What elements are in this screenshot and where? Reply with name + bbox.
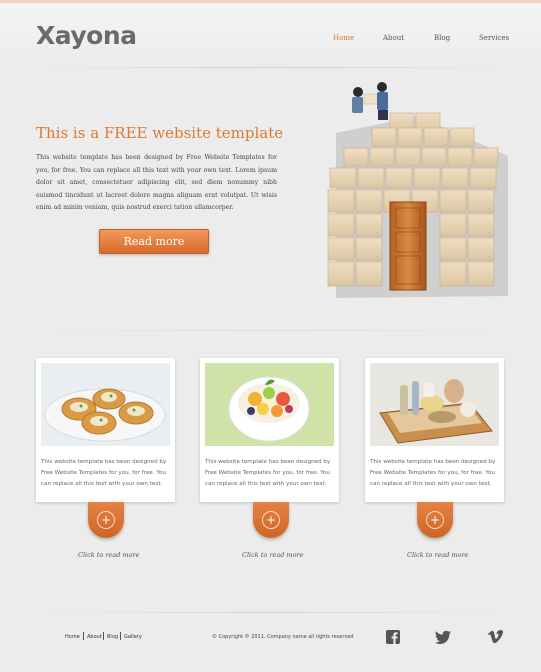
feature-text-1: This website template has been designed …: [41, 459, 167, 487]
nav-home[interactable]: Home: [333, 34, 354, 42]
feature-text-3: This website template has been designed …: [370, 459, 496, 487]
nav-about[interactable]: About: [383, 34, 404, 42]
feature-expand-tab-1[interactable]: +: [88, 502, 124, 538]
feature-card-1: This website template has been designed …: [36, 358, 175, 502]
plus-icon: +: [426, 511, 444, 529]
feature-card-3: This website template has been designed …: [365, 358, 504, 502]
nav-blog[interactable]: Blog: [434, 34, 450, 42]
hero-title: This is a FREE website template: [36, 124, 284, 142]
house-blocks-illustration: [327, 82, 508, 298]
feature-text-2: This website template has been designed …: [205, 459, 331, 487]
footer-link-blog[interactable]: Blog: [107, 634, 118, 640]
footer-link-home[interactable]: Home: [65, 634, 80, 640]
copyright-text: © Copyright © 2011. Company name all rig…: [212, 634, 354, 640]
facebook-icon[interactable]: [385, 629, 401, 645]
nav-services[interactable]: Services: [479, 34, 509, 42]
logo[interactable]: Xayona: [36, 21, 137, 50]
footer-link-about[interactable]: About: [87, 634, 102, 640]
header: Xayona Home About Blog Services: [0, 3, 541, 68]
read-more-link-1[interactable]: Click to read more: [78, 551, 139, 559]
twitter-icon[interactable]: [434, 629, 452, 645]
read-more-link-3[interactable]: Click to read more: [407, 551, 468, 559]
footer-separator: [83, 632, 84, 640]
read-more-link-2[interactable]: Click to read more: [242, 551, 303, 559]
spa-basket-photo: [370, 363, 499, 446]
feature-card-2: This website template has been designed …: [200, 358, 339, 502]
vimeo-icon[interactable]: [487, 629, 504, 645]
feature-expand-tab-2[interactable]: +: [253, 502, 289, 538]
footer-divider: [36, 612, 506, 613]
section-divider: [36, 330, 506, 331]
footer-link-gallery[interactable]: Gallery: [124, 634, 142, 640]
footer-separator: [103, 632, 104, 640]
footer-separator: [120, 632, 121, 640]
fruit-salad-photo: [205, 363, 334, 446]
header-divider: [36, 67, 506, 68]
pastries-photo: [41, 363, 170, 446]
read-more-button[interactable]: Read more: [99, 229, 209, 254]
feature-expand-tab-3[interactable]: +: [417, 502, 453, 538]
hero-text: This website template has been designed …: [36, 154, 277, 211]
plus-icon: +: [97, 511, 115, 529]
plus-icon: +: [262, 511, 280, 529]
